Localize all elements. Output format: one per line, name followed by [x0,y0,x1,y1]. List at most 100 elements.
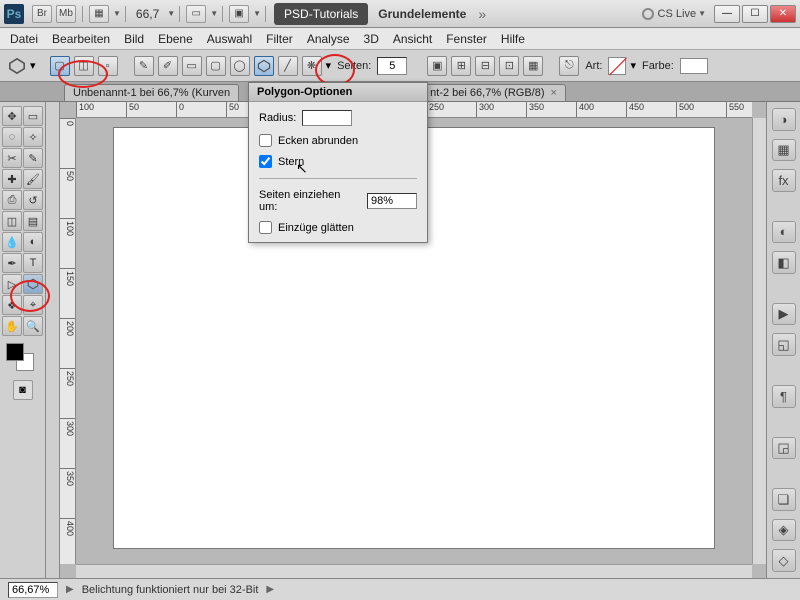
rect-shape-button[interactable]: ▭ [182,56,202,76]
ellipse-shape-button[interactable]: ◯ [230,56,250,76]
menu-ansicht[interactable]: Ansicht [393,32,432,46]
chevron-down-icon[interactable]: ▼ [210,9,218,18]
link-icon[interactable]: ⎋ [559,56,579,76]
zoom-tool[interactable]: 🔍 [23,316,43,336]
scrollbar-horizontal[interactable] [76,564,752,578]
fg-color-swatch[interactable] [6,343,24,361]
channels-panel-icon[interactable]: ◈ [772,519,796,542]
history-panel-icon[interactable]: ◱ [772,333,796,356]
3d-tool[interactable]: ❖ [2,295,22,315]
zoom-value[interactable]: 66,7 [136,7,159,21]
radius-input[interactable] [302,110,352,126]
combine-subtract-button[interactable]: ⊟ [475,56,495,76]
paths-panel-icon[interactable]: ◇ [772,549,796,572]
menu-bearbeiten[interactable]: Bearbeiten [52,32,110,46]
rounded-rect-button[interactable]: ▢ [206,56,226,76]
smooth-indents-checkbox[interactable] [259,221,272,234]
color-swatch[interactable] [680,58,708,74]
combine-exclude-button[interactable]: ▦ [523,56,543,76]
menu-filter[interactable]: Filter [266,32,293,46]
lasso-tool[interactable]: ◌ [2,127,22,147]
blur-tool[interactable]: 💧 [2,232,22,252]
combine-add-button[interactable]: ⊞ [451,56,471,76]
type-tool[interactable]: T [23,253,43,273]
menu-3d[interactable]: 3D [364,32,379,46]
chevron-down-icon[interactable]: ▾ [30,59,36,72]
crop-tool[interactable]: ✂ [2,148,22,168]
seiten-input[interactable] [377,57,407,75]
pen-tool[interactable]: ✒ [2,253,22,273]
chevron-down-icon[interactable]: ▼ [167,9,175,18]
combine-new-button[interactable]: ▣ [427,56,447,76]
color-panel-icon[interactable]: ◑ [772,108,796,131]
indent-input[interactable] [367,193,417,209]
combine-intersect-button[interactable]: ⊡ [499,56,519,76]
brush-tool[interactable]: 🖌 [23,169,43,189]
pen-icon[interactable]: ✎ [134,56,154,76]
close-tab-icon[interactable]: × [551,87,557,99]
left-dock[interactable] [46,102,60,578]
marquee-tool[interactable]: ▭ [23,106,43,126]
paths-button[interactable]: ◫ [74,56,94,76]
status-arrow-icon[interactable]: ▶ [66,584,74,595]
bridge-button[interactable]: Br [32,5,52,23]
document-tab[interactable]: nt-2 bei 66,7% (RGB/8) × [421,84,566,101]
freeform-pen-icon[interactable]: ✐ [158,56,178,76]
star-checkbox[interactable] [259,155,272,168]
document-tab[interactable]: Unbenannt-1 bei 66,7% (Kurven [64,84,239,101]
hand-tool[interactable]: ✋ [2,316,22,336]
stamp-tool[interactable]: ⎙ [2,190,22,210]
shape-layers-button[interactable]: ▢ [50,56,70,76]
menu-ebene[interactable]: Ebene [158,32,193,46]
move-tool[interactable]: ✥ [2,106,22,126]
character-panel-icon[interactable]: ¶ [772,385,796,408]
workspace-tab[interactable]: Grundelemente [378,7,466,21]
swatches-panel-icon[interactable]: ▦ [772,139,796,162]
color-picker[interactable] [2,343,43,373]
screen-mode-button[interactable]: ▣ [229,5,249,23]
camera-tool[interactable]: ⌖ [23,295,43,315]
chevron-down-icon[interactable]: ▼ [253,9,261,18]
eraser-tool[interactable]: ◫ [2,211,22,231]
custom-shape-button[interactable]: ❋ [302,56,322,76]
scrollbar-vertical[interactable] [752,118,766,564]
navigator-panel-icon[interactable]: ◲ [772,437,796,460]
close-button[interactable]: ✕ [770,5,796,23]
style-none-icon[interactable] [608,57,626,75]
adjustments-panel-icon[interactable]: ◐ [772,221,796,244]
gradient-tool[interactable]: ▤ [23,211,43,231]
minibridge-button[interactable]: Mb [56,5,76,23]
menu-auswahl[interactable]: Auswahl [207,32,252,46]
path-select-tool[interactable]: ▷ [2,274,22,294]
menu-datei[interactable]: Datei [10,32,38,46]
round-corners-checkbox[interactable] [259,134,272,147]
menu-analyse[interactable]: Analyse [307,32,350,46]
dodge-tool[interactable]: ◐ [23,232,43,252]
cslive-button[interactable]: CS Live ▼ [642,8,706,20]
status-zoom-input[interactable] [8,582,58,598]
chevron-down-icon[interactable]: ▼ [113,9,121,18]
view-grid-icon[interactable]: ▦ [89,5,109,23]
eyedropper-tool[interactable]: ✎ [23,148,43,168]
shape-options-dropdown[interactable]: ▾ [326,59,332,72]
menu-bild[interactable]: Bild [124,32,144,46]
polygon-shape-button[interactable] [254,56,274,76]
more-icon[interactable]: » [478,6,486,22]
wand-tool[interactable]: ✧ [23,127,43,147]
chevron-down-icon[interactable]: ▾ [630,59,636,72]
layers-panel-icon[interactable]: ❏ [772,488,796,511]
maximize-button[interactable]: ☐ [742,5,768,23]
history-brush-tool[interactable]: ↺ [23,190,43,210]
menu-hilfe[interactable]: Hilfe [501,32,525,46]
workspace-tab-active[interactable]: PSD-Tutorials [274,3,368,25]
fill-pixels-button[interactable]: ▫ [98,56,118,76]
styles-panel-icon[interactable]: fx [772,169,796,192]
line-shape-button[interactable]: ╱ [278,56,298,76]
arrange-button[interactable]: ▭ [186,5,206,23]
menu-fenster[interactable]: Fenster [446,32,487,46]
masks-panel-icon[interactable]: ◧ [772,251,796,274]
minimize-button[interactable]: — [714,5,740,23]
shape-tool[interactable] [23,274,43,294]
healing-tool[interactable]: ✚ [2,169,22,189]
actions-panel-icon[interactable]: ▶ [772,303,796,326]
